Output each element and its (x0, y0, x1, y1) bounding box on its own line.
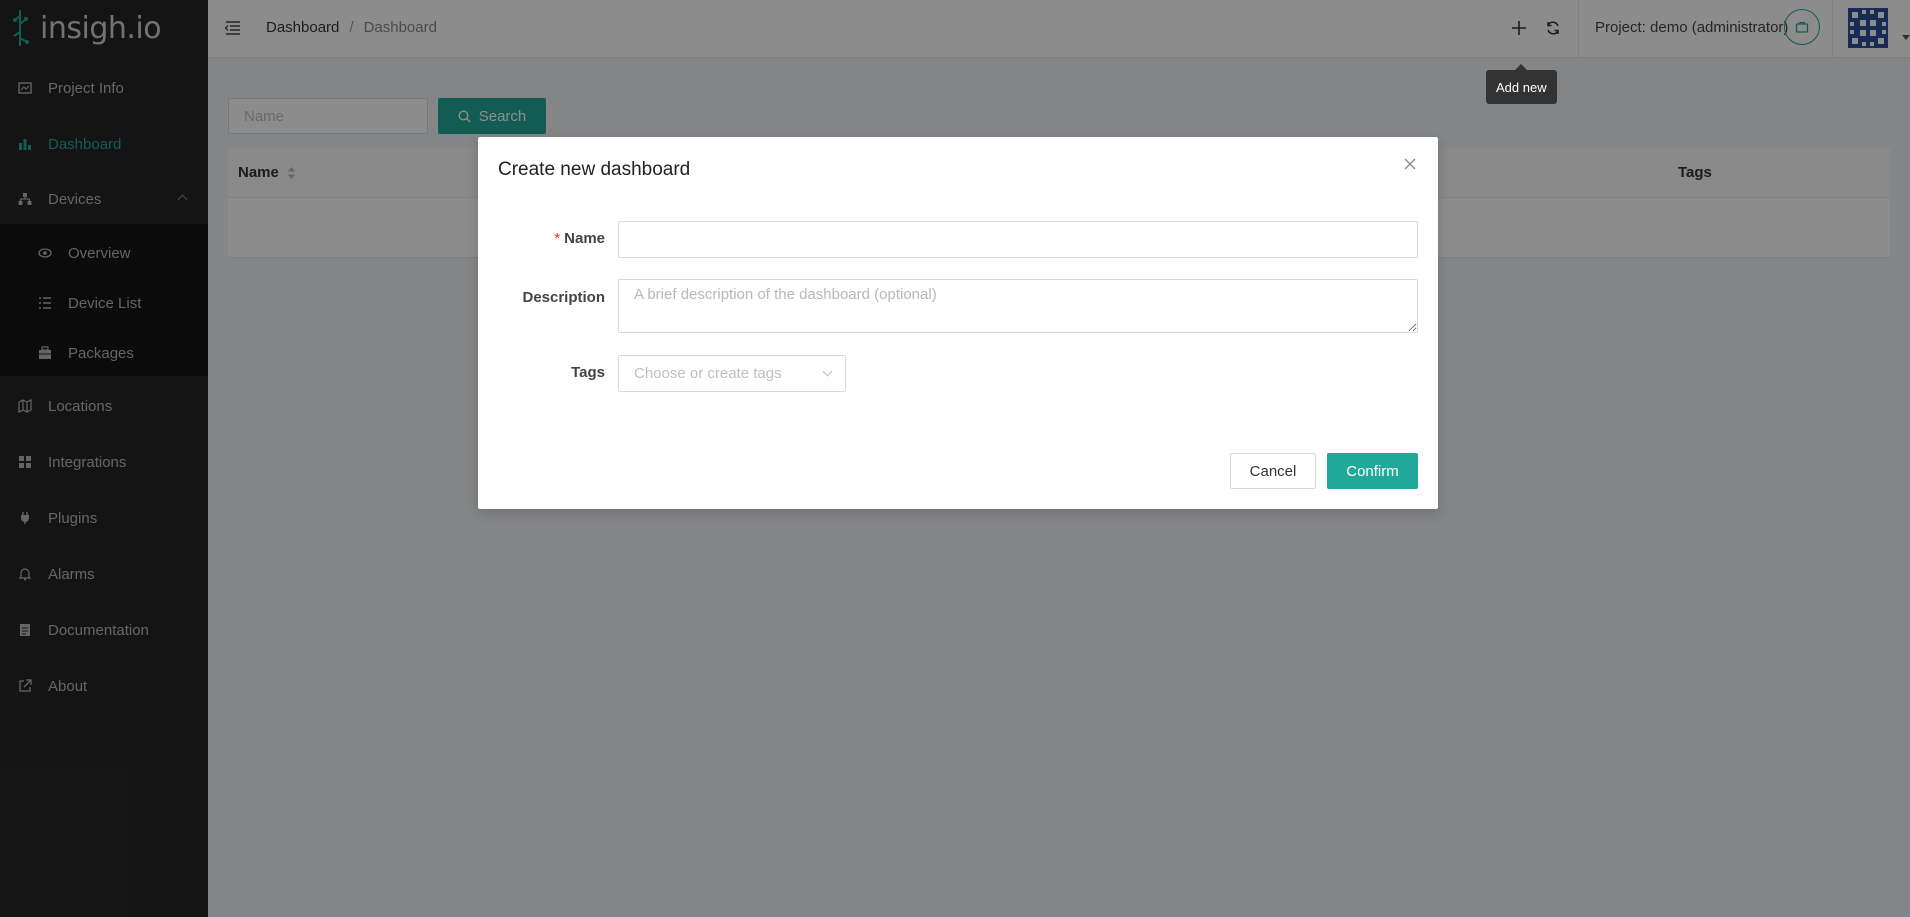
dashboard-name-input[interactable] (618, 221, 1418, 258)
description-label: Description (522, 289, 605, 306)
close-icon[interactable] (1400, 154, 1420, 174)
add-new-tooltip: Add new (1486, 70, 1557, 104)
name-label: * Name (554, 230, 605, 247)
create-dashboard-modal: Create new dashboard *Name Description T… (478, 137, 1438, 509)
required-mark: * (554, 230, 561, 247)
dashboard-description-input[interactable] (618, 279, 1418, 333)
tags-select[interactable]: Choose or create tags (618, 355, 846, 392)
confirm-button[interactable]: Confirm (1327, 453, 1418, 489)
name-label-text: Name (564, 230, 605, 247)
modal-title: Create new dashboard (498, 159, 691, 180)
chevron-down-icon (822, 366, 833, 377)
cancel-button[interactable]: Cancel (1230, 453, 1316, 489)
tags-label: Tags (571, 364, 605, 381)
tags-placeholder: Choose or create tags (634, 365, 782, 382)
